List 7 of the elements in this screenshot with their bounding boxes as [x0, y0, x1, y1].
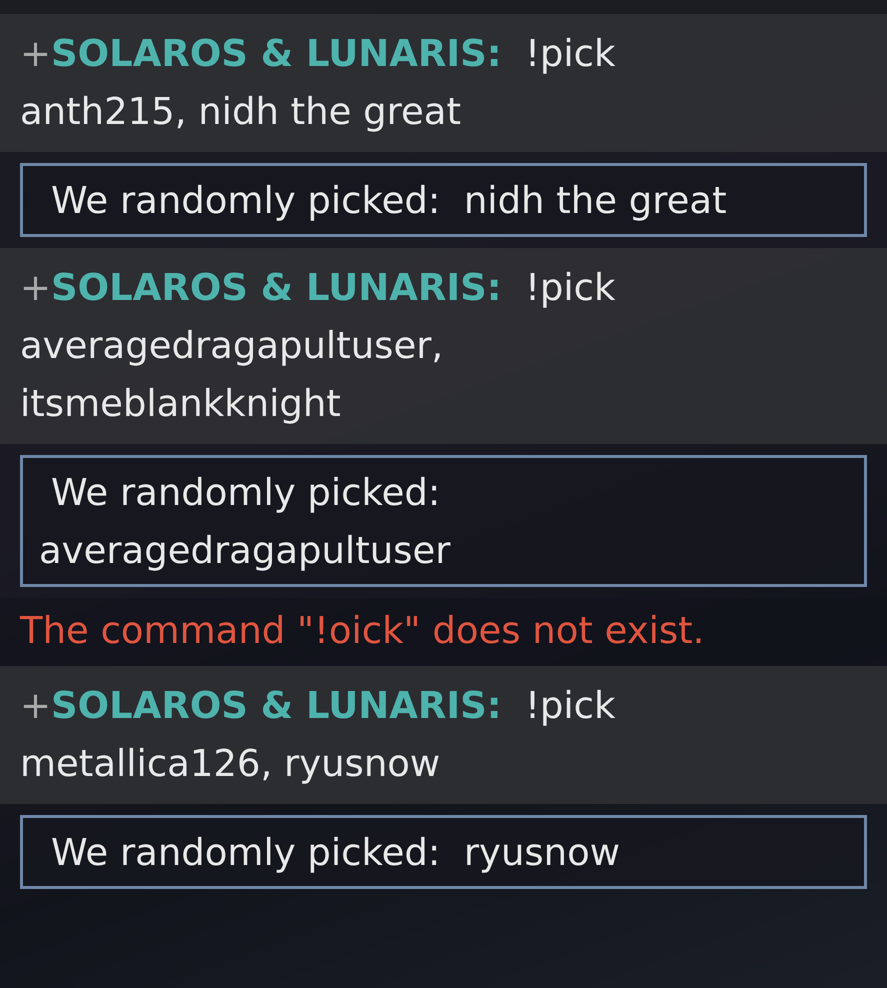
chat-message: +SOLAROS & LUNARIS: !pick averagedragapultuser, itsmeblankknight [20, 265, 616, 427]
result-box: We randomly picked: ryusnow [20, 815, 867, 889]
chat-message: +SOLAROS & LUNARIS: !pick anth215, nidh the great [20, 31, 616, 135]
result-box: We randomly picked: averagedragapultuser [20, 455, 867, 587]
chat-message: +SOLAROS & LUNARIS: !pick metallica126, ryusnow [20, 683, 616, 787]
error-message: The command "!oick" does not exist. [20, 609, 704, 652]
result-box: We randomly picked: nidh the great [20, 163, 867, 237]
